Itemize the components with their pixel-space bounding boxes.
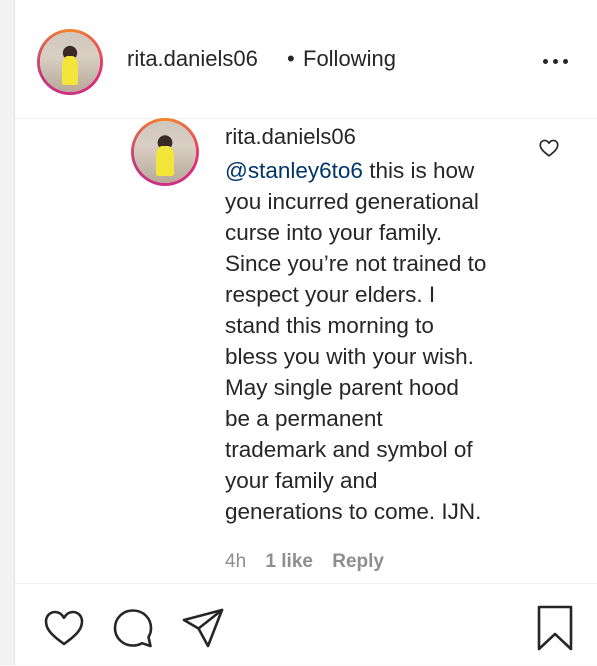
- more-options-icon[interactable]: [543, 58, 569, 66]
- comment-time: 4h: [225, 551, 247, 572]
- comment-author[interactable]: rita.daniels06: [225, 124, 356, 150]
- post-comments-panel: rita.daniels06 • Following rita.daniels0…: [15, 0, 597, 665]
- header-username[interactable]: rita.daniels06: [127, 46, 258, 72]
- post-header: rita.daniels06 • Following: [15, 0, 597, 119]
- comment-line: respect your elders. I: [225, 282, 436, 307]
- comment-line: this is how: [362, 158, 475, 183]
- comment-bubble-icon[interactable]: [111, 606, 155, 650]
- comment-meta: 4h 1 like Reply: [225, 551, 398, 573]
- comment-line: your family and: [225, 468, 378, 493]
- comment-line: trademark and symbol of: [225, 437, 473, 462]
- header-avatar[interactable]: [37, 29, 103, 95]
- comment-line: curse into your family.: [225, 220, 443, 245]
- window-left-edge: [0, 0, 15, 665]
- comment-text: @stanley6to6 this is how you incurred ge…: [225, 155, 525, 527]
- like-heart-icon[interactable]: [43, 608, 85, 648]
- comment-line: you incurred generational: [225, 189, 479, 214]
- comment-line: Since you’re not trained to: [225, 251, 487, 276]
- comment-mention-link[interactable]: @stanley6to6: [225, 158, 363, 183]
- comment-avatar[interactable]: [131, 118, 199, 186]
- comment-line: generations to come. IJN.: [225, 499, 482, 524]
- post-action-bar: [15, 583, 597, 666]
- header-separator-dot: •: [287, 46, 295, 71]
- following-button[interactable]: Following: [303, 46, 396, 72]
- comment-likes-count[interactable]: 1 like: [265, 551, 313, 572]
- comment-line: be a permanent: [225, 406, 383, 431]
- comment-line: May single parent hood: [225, 375, 459, 400]
- share-paper-plane-icon[interactable]: [181, 606, 225, 650]
- comment-line: stand this morning to: [225, 313, 434, 338]
- comment-line: bless you with your wish.: [225, 344, 474, 369]
- comment-like-heart-icon[interactable]: [538, 137, 560, 159]
- reply-button[interactable]: Reply: [332, 551, 384, 572]
- bookmark-save-icon[interactable]: [535, 604, 575, 652]
